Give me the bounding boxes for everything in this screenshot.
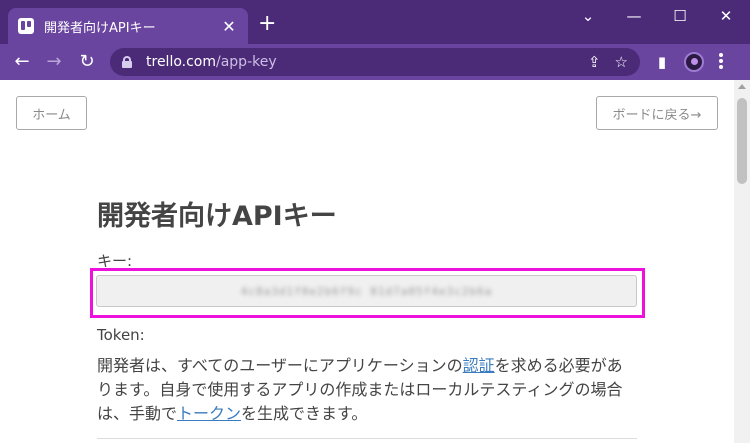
close-window-button[interactable]: ✕ [703, 4, 749, 28]
lock-icon[interactable] [122, 56, 132, 68]
back-to-board-button[interactable]: ボードに戻る→ [596, 96, 718, 130]
scroll-thumb[interactable] [737, 98, 747, 184]
api-key-field[interactable]: 4c8a3d1f0e2b6f9c 81d7a05f4e3c2b6a [96, 275, 637, 307]
bookmark-star-icon[interactable]: ☆ [615, 53, 628, 71]
scroll-up-arrow-icon[interactable] [738, 84, 746, 89]
page-scrollbar[interactable] [734, 80, 750, 443]
reload-icon[interactable]: ↻ [75, 50, 99, 74]
maximize-button[interactable]: ☐ [657, 4, 703, 28]
url-text[interactable]: trello.com/app-key [146, 54, 574, 70]
url-host: trello.com [146, 54, 216, 70]
tab-close-icon[interactable]: ✕ [220, 17, 238, 36]
profile-avatar[interactable] [684, 52, 704, 72]
side-panel-icon[interactable]: ▮ [652, 52, 672, 72]
tab-search-icon[interactable]: ⌄ [565, 4, 611, 28]
url-path: /app-key [216, 54, 277, 70]
api-key-value: 4c8a3d1f0e2b6f9c 81d7a05f4e3c2b6a [240, 284, 493, 298]
browser-menu-icon[interactable] [718, 53, 724, 71]
divider [97, 438, 637, 439]
address-bar[interactable]: trello.com/app-key ⇪ ☆ [110, 48, 640, 76]
browser-toolbar: ← → ↻ trello.com/app-key ⇪ ☆ ▮ [0, 44, 750, 80]
home-button[interactable]: ホーム [16, 96, 87, 130]
description-text: 開発者は、すべてのユーザーにアプリケーションの認証を求める必要があります。自身で… [97, 354, 637, 426]
browser-window: 開発者向けAPIキー ✕ + ⌄ — ☐ ✕ ← → ↻ trello.com/… [0, 0, 750, 443]
trello-favicon-icon [18, 18, 34, 34]
back-icon[interactable]: ← [10, 50, 34, 74]
description-part3: を生成できます。 [241, 404, 368, 423]
token-link[interactable]: トークン [177, 404, 241, 423]
new-tab-button[interactable]: + [258, 13, 276, 35]
minimize-button[interactable]: — [611, 4, 657, 28]
token-label: Token: [97, 326, 145, 344]
description-part1: 開発者は、すべてのユーザーにアプリケーションの [97, 356, 463, 375]
page-title: 開発者向けAPIキー [97, 201, 337, 232]
forward-icon[interactable]: → [42, 50, 66, 74]
page-content: ホーム ボードに戻る→ 開発者向けAPIキー キー: 4c8a3d1f0e2b6… [0, 80, 734, 443]
share-icon[interactable]: ⇪ [588, 53, 601, 71]
authorize-link[interactable]: 認証 [463, 356, 495, 375]
tab-strip: 開発者向けAPIキー ✕ + ⌄ — ☐ ✕ [0, 0, 750, 44]
tab-active[interactable]: 開発者向けAPIキー ✕ [8, 8, 248, 44]
tab-title: 開発者向けAPIキー [44, 20, 156, 36]
